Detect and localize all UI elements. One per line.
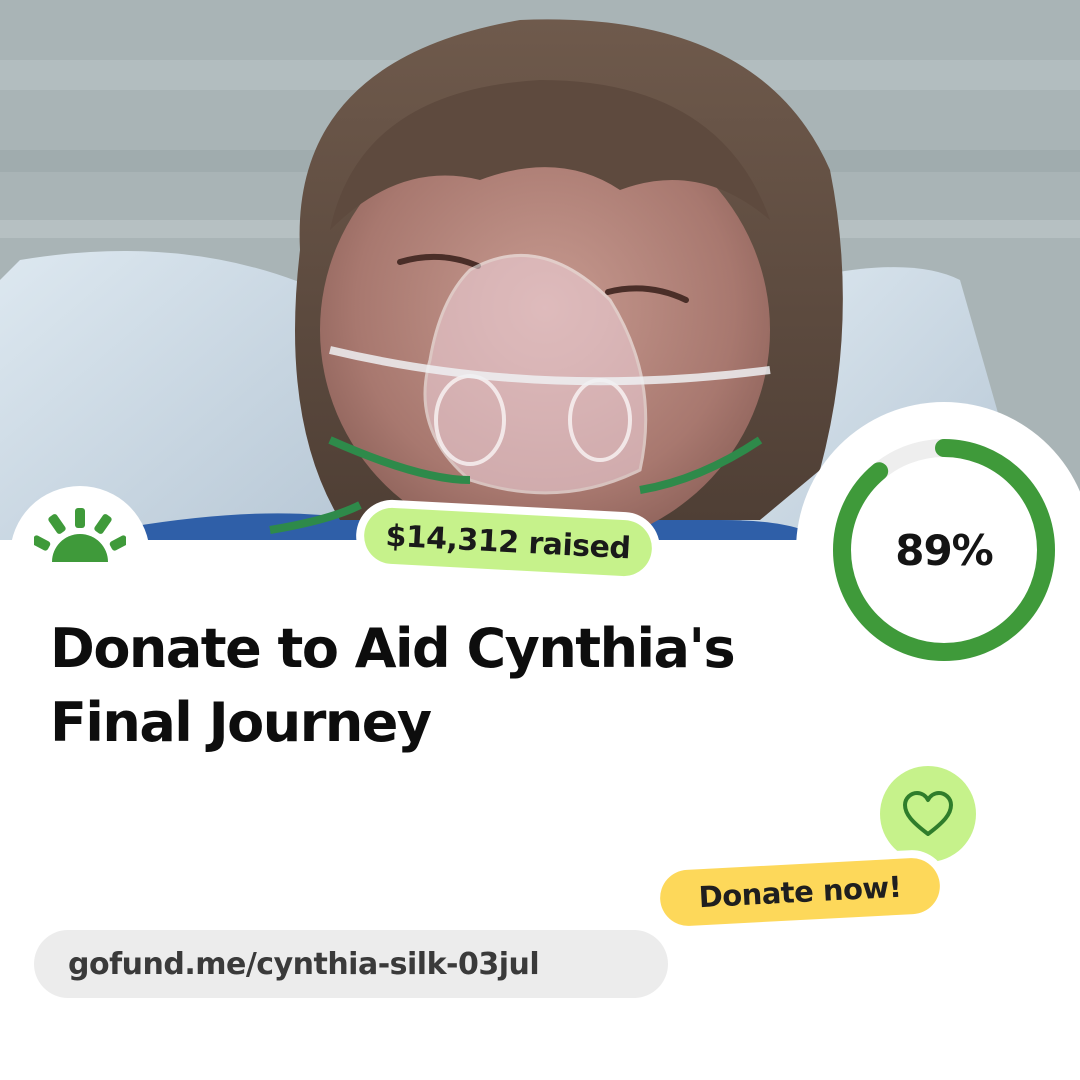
heart-badge [880,766,976,862]
progress-ring: 89% [796,402,1080,698]
campaign-title-line1: Donate to Aid Cynthia's [50,617,736,680]
raised-amount-label: $14,312 raised [362,506,654,578]
campaign-url[interactable]: gofund.me/cynthia-silk-03jul [34,930,668,998]
sunrise-logo-icon [34,508,126,562]
donate-now-button[interactable]: Donate now! [658,856,942,928]
campaign-title: Donate to Aid Cynthia's Final Journey [50,612,790,760]
progress-percent-label: 89% [895,525,994,575]
heart-icon [903,791,953,836]
fundraiser-card: $14,312 raised 89% Donate to Aid Cynthia… [0,0,1080,1080]
campaign-title-line2: Final Journey [50,691,432,754]
